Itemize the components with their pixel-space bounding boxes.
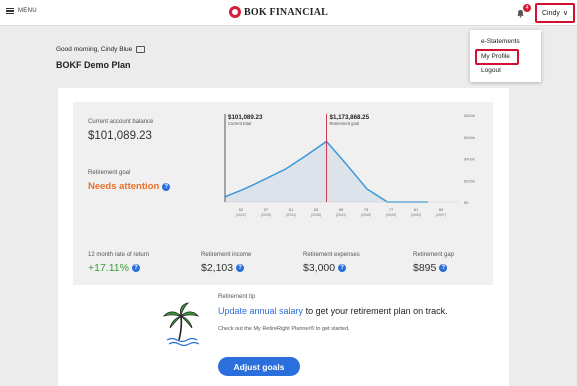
y-tick-label: $800k <box>464 113 475 118</box>
y-tick-label: $0 <box>464 200 469 205</box>
card-icon <box>136 46 146 53</box>
menu-button[interactable]: MENU <box>6 8 37 14</box>
menu-item-e-statements[interactable]: e-Statements <box>481 38 520 45</box>
x-tick-age: 65 <box>339 207 344 212</box>
goal-status: Needs attention ? <box>88 181 171 192</box>
x-tick-year: (2049) <box>386 213 396 217</box>
menu-item-logout[interactable]: Logout <box>481 67 501 74</box>
y-tick-label: $600k <box>464 135 475 140</box>
x-tick-age: 61 <box>289 207 294 212</box>
metric-gap: $895 ? <box>413 262 448 274</box>
retirement-goal-value: $1,173,868.25 <box>330 114 370 121</box>
goal-status-text: Needs attention <box>88 181 160 192</box>
info-icon[interactable]: ? <box>131 264 140 272</box>
bok-financial-logo[interactable]: BOK FINANCIAL <box>229 6 328 18</box>
goal-label: Retirement goal <box>88 170 131 176</box>
dashboard-card: Current account balance $101,089.23 Reti… <box>58 88 509 386</box>
x-tick-year: (2031) <box>286 213 296 217</box>
metric-label-expenses: Retirement expenses <box>303 252 360 258</box>
x-tick-age: 52 <box>239 207 244 212</box>
chevron-down-icon: ∨ <box>562 10 569 17</box>
tip-subtext: Check out the My RetireRight Planner® to… <box>218 326 350 332</box>
tip-label: Retirement tip <box>218 294 256 300</box>
x-tick-age: 81 <box>414 207 419 212</box>
top-navigation-bar: MENU BOK FINANCIAL 4 Cindy ∨ <box>0 0 577 26</box>
x-tick-age: 83 <box>439 207 444 212</box>
y-tick-label: $400k <box>464 157 475 162</box>
current-total-label: Current total <box>228 121 251 126</box>
x-tick-age: 75 <box>364 207 369 212</box>
tip-headline-rest: to get your retirement plan on track. <box>303 306 448 316</box>
info-icon[interactable]: ? <box>236 264 245 272</box>
metric-return: +17.11% ? <box>88 262 140 274</box>
adjust-goals-button[interactable]: Adjust goals <box>218 357 300 376</box>
metric-label-income: Retirement income <box>201 252 252 258</box>
balance-label: Current account balance <box>88 119 154 125</box>
x-tick-age: 63 <box>314 207 319 212</box>
plan-name: BOKF Demo Plan <box>56 60 131 70</box>
retirement-projection-chart: $101,089.23Current total $1,173,868.25Ret… <box>224 113 475 217</box>
balance-value: $101,089.23 <box>88 130 152 142</box>
x-tick-year: (2057) <box>436 213 446 217</box>
info-icon[interactable]: ? <box>439 264 448 272</box>
y-tick-label: $200k <box>464 178 475 183</box>
x-tick-year: (2053) <box>411 213 421 217</box>
metric-label-gap: Retirement gap <box>413 252 455 258</box>
greeting: Good morning, Cindy Blue <box>56 46 146 53</box>
logo-text: BOK FINANCIAL <box>244 6 328 18</box>
notification-badge: 4 <box>523 4 531 12</box>
greeting-text: Good morning, Cindy Blue <box>56 46 133 53</box>
current-total-value: $101,089.23 <box>228 114 263 121</box>
menu-label: MENU <box>18 8 37 14</box>
info-icon[interactable]: ? <box>162 182 171 191</box>
tip-headline: Update annual salary to get your retirem… <box>218 306 448 316</box>
metric-value-return: +17.11% <box>88 262 129 274</box>
x-tick-year: (2022) <box>236 213 246 217</box>
metric-value-expenses: $3,000 <box>303 262 336 274</box>
menu-item-my-profile[interactable]: My Profile <box>481 53 510 60</box>
summary-panel: Current account balance $101,089.23 Reti… <box>73 102 493 285</box>
metric-value-gap: $895 <box>413 262 437 274</box>
user-name: Cindy <box>541 9 560 17</box>
metric-income: $2,103 ? <box>201 262 245 274</box>
x-tick-year: (2036) <box>311 213 321 217</box>
update-salary-link[interactable]: Update annual salary <box>218 306 303 316</box>
info-icon[interactable]: ? <box>338 264 347 272</box>
x-tick-year: (2045) <box>361 213 371 217</box>
metric-label-return: 12 month rate of return <box>88 252 150 258</box>
x-tick-year: (2041) <box>336 213 346 217</box>
x-tick-age: 57 <box>264 207 269 212</box>
hamburger-icon <box>6 8 14 14</box>
metric-expenses: $3,000 ? <box>303 262 347 274</box>
palm-tree-icon <box>162 302 200 346</box>
x-tick-age: 77 <box>389 207 394 212</box>
metric-value-income: $2,103 <box>201 262 234 274</box>
user-dropdown-menu: e-Statements My Profile Logout <box>470 30 541 82</box>
x-tick-year: (2025) <box>261 213 271 217</box>
user-menu-button[interactable]: Cindy ∨ <box>535 3 575 23</box>
logo-mark-icon <box>229 6 241 18</box>
retirement-goal-label: Retirement goal <box>330 121 360 126</box>
